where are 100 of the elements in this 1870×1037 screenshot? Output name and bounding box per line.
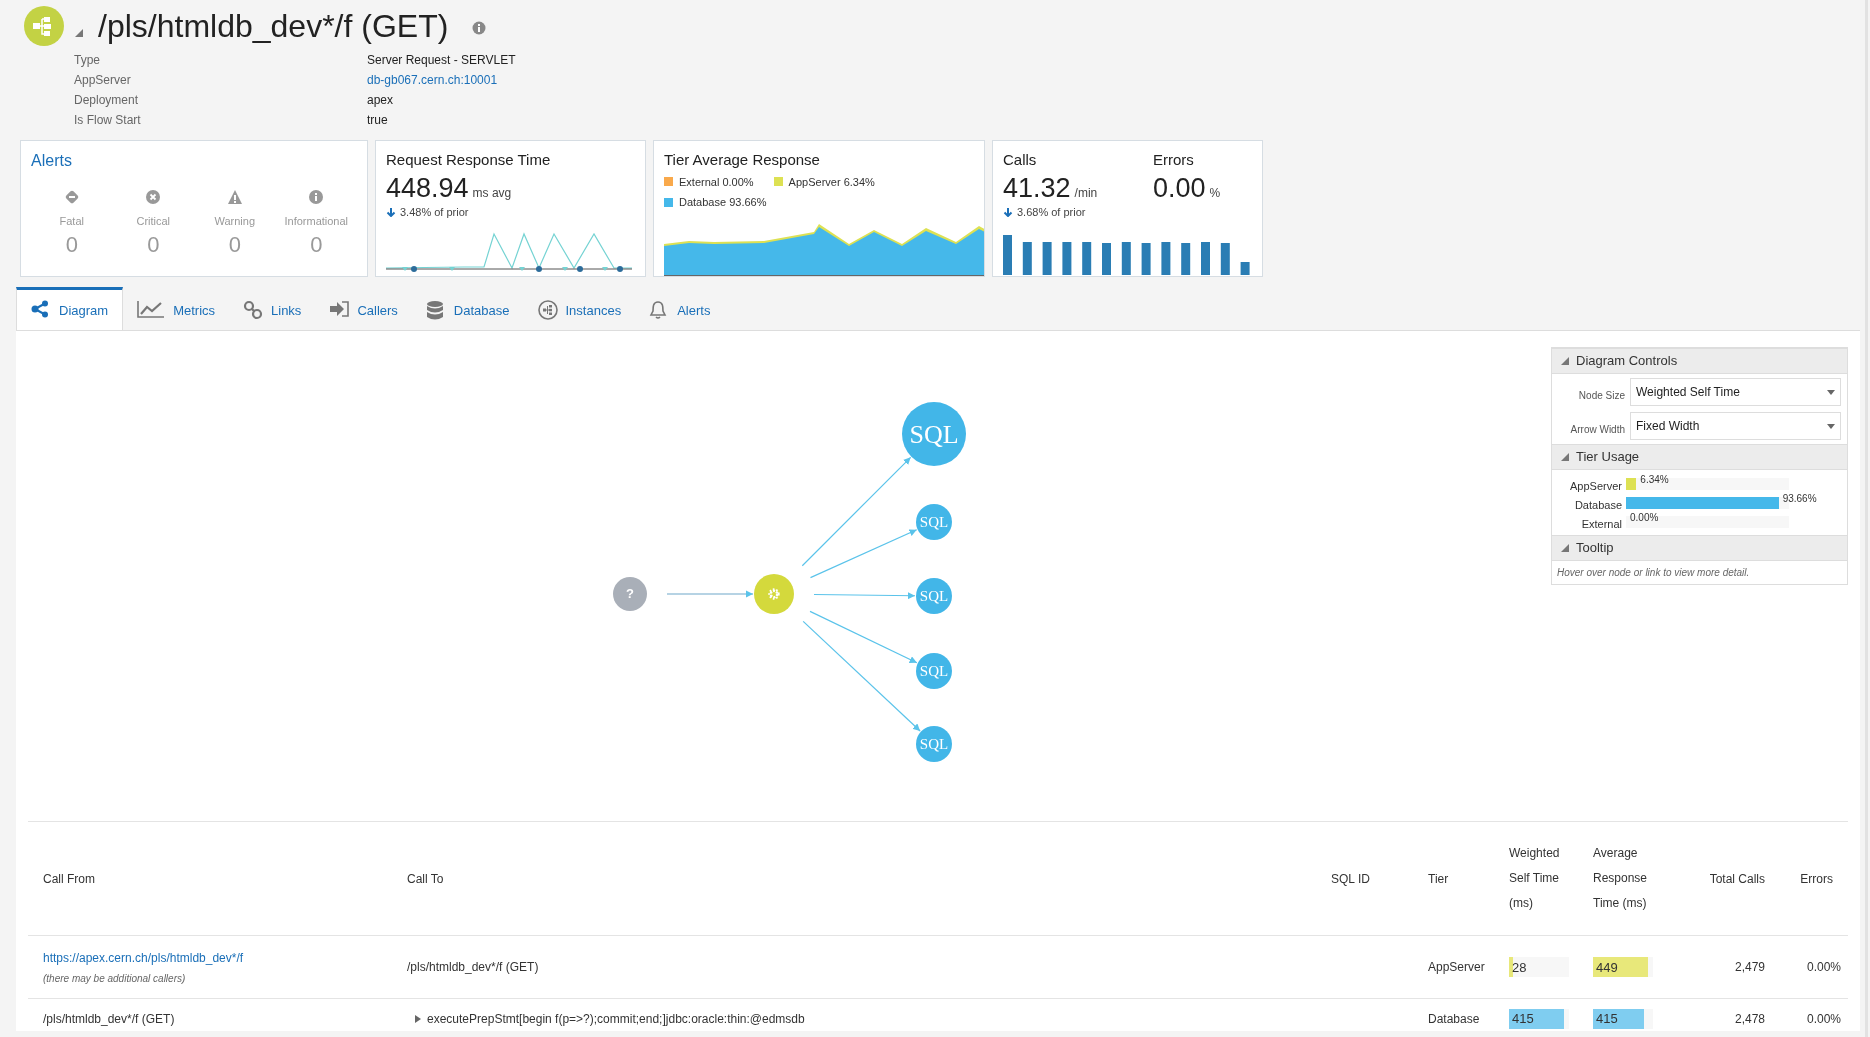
metric-value: 0.00 — [1153, 171, 1206, 204]
alert-count: 0 — [147, 231, 160, 258]
card-title: Errors — [1153, 150, 1195, 170]
expand-triangle-icon[interactable] — [415, 1014, 421, 1023]
tab[interactable]: Instances — [523, 287, 636, 330]
card-title: Request Response Time — [386, 150, 552, 170]
connector-arrow[interactable] — [813, 592, 916, 600]
table-cell-text: 2,479 — [1733, 959, 1766, 976]
table-cell-text: /pls/htmldb_dev*/f (GET) — [43, 1010, 176, 1028]
collapse-triangle-icon[interactable] — [1560, 543, 1570, 553]
alert-label: Critical — [136, 214, 171, 229]
legend-label: External 0.00% — [679, 174, 754, 190]
collapse-triangle-icon[interactable] — [1560, 452, 1570, 462]
table-cell-text: 415 — [1511, 1010, 1534, 1028]
tab[interactable]: Callers — [315, 287, 412, 330]
alert-count: 0 — [65, 231, 78, 258]
tooltip-hint: Hover over node or link to view more detail. — [1556, 566, 1751, 580]
table-cell-text: /pls/htmldb_dev*/f (GET) — [407, 959, 539, 976]
tab[interactable]: Links — [229, 287, 316, 330]
property-label: Deployment — [74, 92, 140, 109]
service-node[interactable] — [754, 574, 794, 614]
warning-icon — [226, 189, 243, 205]
connector-arrow[interactable] — [666, 590, 754, 598]
connector-arrow[interactable] — [809, 610, 918, 664]
caret-icon — [1827, 389, 1835, 395]
sign-in-icon — [329, 300, 350, 320]
metric-unit: % — [1209, 184, 1221, 202]
legend-label: Database 93.66% — [679, 195, 767, 210]
metric-value: 448.94 — [386, 171, 469, 204]
page-title: /pls/htmldb_dev*/f (GET) — [98, 7, 449, 46]
down-arrow-icon — [386, 206, 396, 217]
table-cell-text: 2,478 — [1733, 1010, 1766, 1028]
tier-label: AppServer — [1569, 479, 1623, 495]
column-header[interactable]: SQL ID — [1331, 869, 1428, 888]
connector-arrow[interactable] — [809, 529, 918, 579]
tab[interactable]: Database — [411, 287, 524, 330]
app-logo-icon — [24, 6, 64, 46]
tab[interactable]: Metrics — [123, 287, 229, 330]
connector-arrow[interactable] — [801, 456, 912, 567]
table-cell-text: executePrepStmt[begin f(p=>?);commit;end;]jdbc:oracle:thin:@edmsdb — [427, 1010, 805, 1028]
database-icon — [425, 300, 446, 320]
caller-link[interactable]: https://apex.cern.ch/pls/htmldb_dev*/f — [43, 948, 407, 967]
critical-icon — [145, 189, 162, 205]
chain-link-icon — [243, 300, 263, 320]
line-chart-icon — [137, 300, 166, 320]
metric-unit: ms avg — [472, 184, 512, 202]
connector-arrow[interactable] — [802, 620, 921, 732]
table-cell-text: AppServer — [1428, 959, 1486, 976]
metric-unit: /min — [1074, 184, 1098, 202]
column-header[interactable]: Average Response Time (ms) — [1593, 841, 1657, 916]
tab[interactable]: Alerts — [635, 287, 725, 330]
column-header[interactable]: Weighted Self Time (ms) — [1509, 841, 1573, 916]
gear-icon — [767, 587, 781, 601]
card-title: Calls — [1003, 150, 1038, 170]
usage-percent: 93.66% — [1782, 492, 1817, 506]
usage-percent: 6.34% — [1640, 473, 1669, 487]
property-value: apex — [367, 92, 395, 109]
table-cell-text: 415 — [1595, 1010, 1618, 1028]
table-cell-text: 0.00% — [1805, 1010, 1842, 1028]
tree-circle-icon — [537, 300, 558, 320]
column-header[interactable]: Total Calls — [1678, 869, 1773, 888]
alert-count: 0 — [310, 231, 323, 258]
card-title: Tier Average Response — [664, 150, 821, 170]
column-header[interactable]: Call From — [43, 869, 407, 888]
property-label: Type — [74, 52, 101, 69]
legend-label: AppServer 6.34% — [788, 174, 875, 190]
alert-count: 0 — [228, 231, 241, 258]
tier-label: Database — [1573, 498, 1623, 514]
dropdown-field[interactable]: Weighted Self Time — [1630, 378, 1841, 406]
collapse-triangle-icon[interactable] — [1560, 356, 1570, 366]
field-label: Node Size — [1577, 388, 1626, 403]
section-title[interactable]: Tier Usage — [1576, 447, 1640, 467]
alert-label: Informational — [284, 214, 349, 229]
table-cell-text: Database — [1428, 1010, 1481, 1028]
change-text: 3.48% of prior — [400, 204, 469, 220]
usage-percent: 0.00% — [1630, 511, 1659, 525]
metric-value: 41.32 — [1003, 171, 1071, 204]
property-label: AppServer — [74, 72, 132, 89]
info-icon — [308, 189, 325, 205]
column-header[interactable]: Tier — [1428, 869, 1509, 888]
tab[interactable]: Diagram — [16, 287, 124, 330]
column-header[interactable]: Call To — [407, 869, 1331, 888]
column-header[interactable]: Errors — [1773, 869, 1853, 888]
share-nodes-icon — [31, 300, 51, 320]
alert-label: Warning — [214, 214, 256, 229]
caret-icon — [1827, 423, 1835, 429]
property-label: Is Flow Start — [74, 112, 142, 129]
card-title[interactable]: Alerts — [31, 149, 357, 173]
change-text: 3.68% of prior — [1017, 204, 1086, 220]
field-label: Arrow Width — [1569, 422, 1626, 437]
collapse-triangle-icon[interactable] — [74, 28, 84, 38]
tier-label: External — [1580, 517, 1623, 533]
property-value: true — [367, 112, 389, 129]
down-arrow-icon — [1003, 206, 1013, 217]
alert-label: Fatal — [59, 214, 84, 229]
info-icon[interactable] — [472, 21, 487, 35]
property-link[interactable]: db-gb067.cern.ch:10001 — [367, 73, 498, 87]
property-value: Server Request - SERVLET — [367, 52, 517, 69]
section-title[interactable]: Tooltip — [1576, 538, 1614, 558]
dropdown-field[interactable]: Fixed Width — [1630, 412, 1841, 440]
